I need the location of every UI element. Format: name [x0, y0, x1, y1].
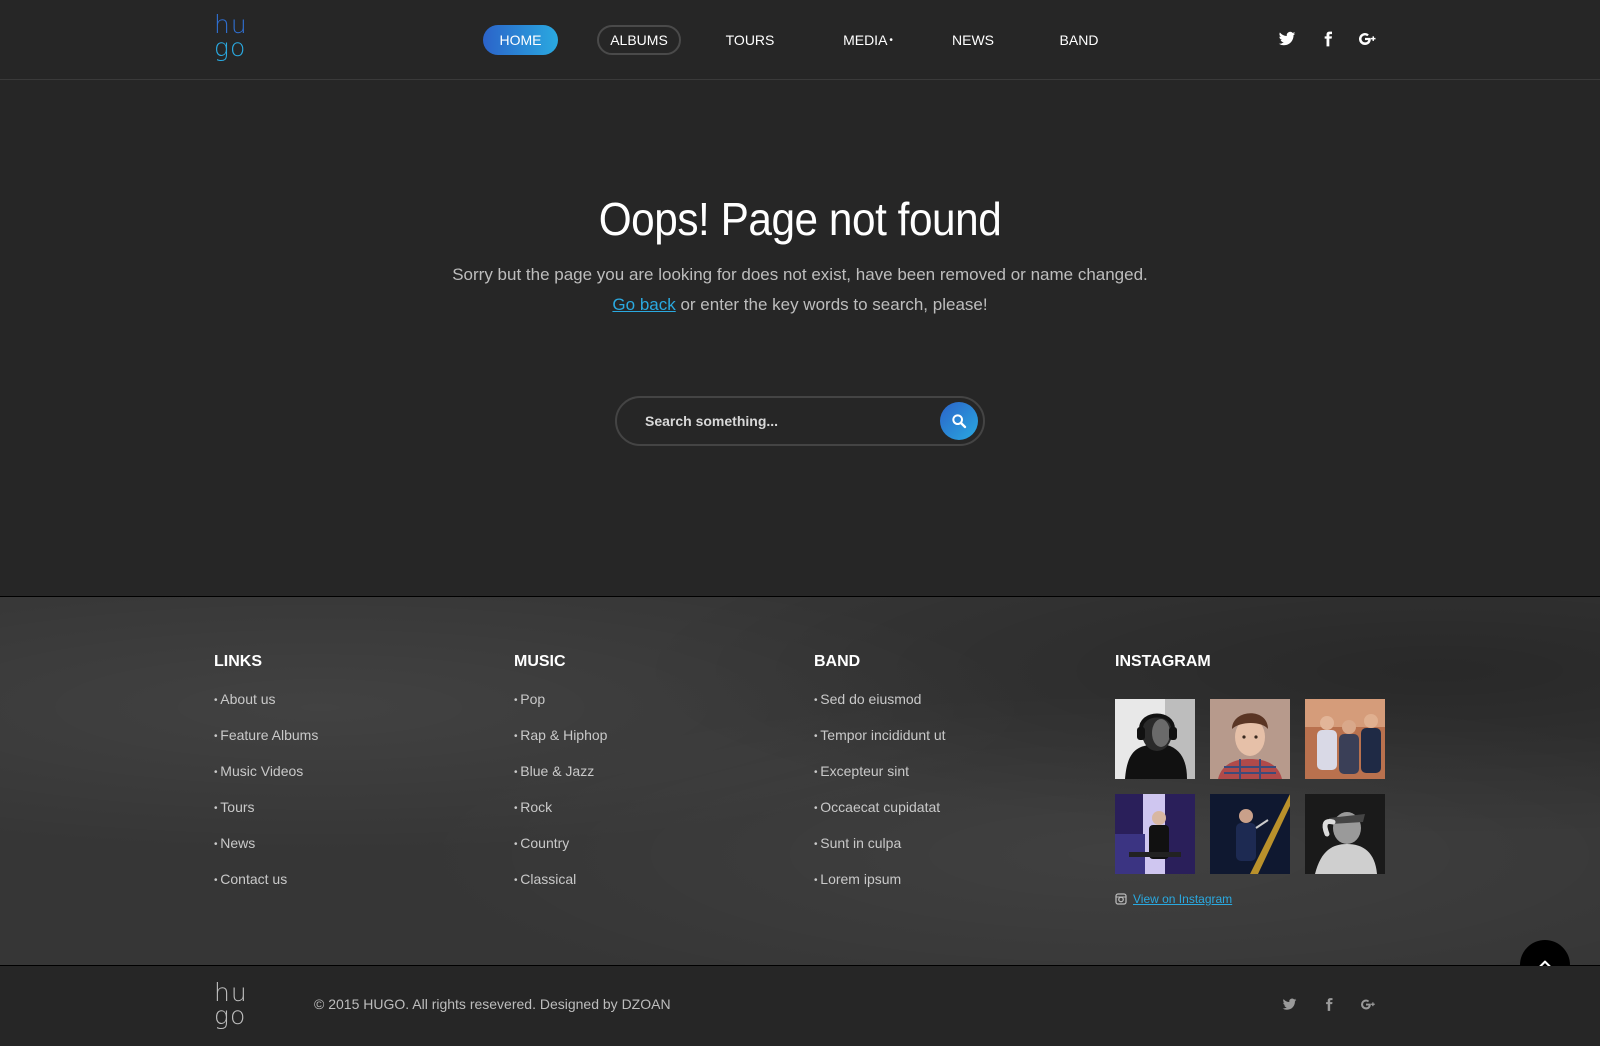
instagram-photo[interactable] — [1210, 794, 1290, 874]
band-item[interactable]: Sed do eiusmod — [814, 689, 946, 725]
instagram-photo[interactable] — [1210, 699, 1290, 779]
instagram-link-row: View on Instagram — [1115, 892, 1232, 906]
nav-home[interactable]: HOME — [483, 25, 558, 55]
band-item[interactable]: Tempor incididunt ut — [814, 725, 945, 761]
links-item[interactable]: About us — [214, 689, 318, 725]
search-button[interactable] — [940, 402, 978, 440]
links-item[interactable]: Contact us — [214, 869, 318, 905]
search-input[interactable] — [645, 410, 915, 432]
search-hint: or enter the key words to search, please… — [680, 295, 988, 314]
music-item[interactable]: Country — [514, 833, 607, 869]
site-header: hu go HOME ALBUMS TOURS MEDIA • NEWS BAND — [0, 0, 1600, 80]
music-item[interactable]: Rap & Hiphop — [514, 725, 607, 761]
instagram-photo[interactable] — [1305, 699, 1385, 779]
band-item[interactable]: Occaecat cupidatat — [814, 797, 946, 833]
page-title: Oops! Page not found — [598, 193, 1002, 245]
search-form — [615, 396, 985, 446]
band-item[interactable]: Lorem ipsum — [814, 869, 946, 905]
google-plus-icon[interactable] — [1359, 30, 1377, 48]
footer-widgets: LINKS About us Feature Albums Music Vide… — [0, 596, 1600, 966]
footer-twitter-icon[interactable] — [1282, 997, 1297, 1012]
links-item[interactable]: Music Videos — [214, 761, 318, 797]
footer-logo[interactable]: hu go — [214, 980, 248, 1030]
band-title: BAND — [814, 653, 861, 670]
logo[interactable]: hu go — [214, 12, 248, 62]
copyright-text: © 2015 HUGO. All rights resevered. Desig… — [314, 996, 671, 1012]
band-list: Sed do eiusmod Tempor incididunt ut Exce… — [814, 689, 946, 905]
nav-band[interactable]: BAND — [1054, 25, 1104, 55]
instagram-icon — [1115, 893, 1127, 905]
music-item[interactable]: Blue & Jazz — [514, 761, 607, 797]
twitter-icon[interactable] — [1278, 30, 1296, 48]
site-footer: hu go © 2015 HUGO. All rights resevered.… — [0, 966, 1600, 1046]
instagram-photo[interactable] — [1115, 699, 1195, 779]
footer-facebook-icon[interactable] — [1322, 997, 1336, 1012]
links-item[interactable]: Tours — [214, 797, 318, 833]
dropdown-dot-icon: • — [889, 35, 893, 47]
facebook-icon[interactable] — [1320, 30, 1336, 48]
music-item[interactable]: Rock — [514, 797, 607, 833]
links-item[interactable]: News — [214, 833, 318, 869]
music-item[interactable]: Pop — [514, 689, 607, 725]
footer-logo-bottom: go — [214, 1001, 247, 1030]
music-title: MUSIC — [514, 653, 566, 670]
instagram-title: INSTAGRAM — [1115, 653, 1211, 670]
band-item[interactable]: Excepteur sint — [814, 761, 946, 797]
instagram-photo[interactable] — [1305, 794, 1385, 874]
search-icon — [952, 414, 967, 429]
go-back-link[interactable]: Go back — [612, 295, 675, 314]
nav-media[interactable]: MEDIA • — [833, 25, 903, 55]
instagram-photo[interactable] — [1115, 794, 1195, 874]
links-item[interactable]: Feature Albums — [214, 725, 318, 761]
view-on-instagram-link[interactable]: View on Instagram — [1133, 892, 1232, 906]
nav-media-label: MEDIA — [843, 32, 888, 48]
music-item[interactable]: Classical — [514, 869, 607, 905]
links-list: About us Feature Albums Music Videos Tou… — [214, 689, 318, 905]
nav-albums[interactable]: ALBUMS — [597, 25, 681, 55]
error-message: Sorry but the page you are looking for d… — [452, 265, 1148, 284]
footer-google-plus-icon[interactable] — [1361, 997, 1376, 1012]
nav-news[interactable]: NEWS — [946, 25, 1000, 55]
nav-tours[interactable]: TOURS — [717, 25, 783, 55]
band-item[interactable]: Sunt in culpa — [814, 833, 946, 869]
music-list: Pop Rap & Hiphop Blue & Jazz Rock Countr… — [514, 689, 607, 905]
links-title: LINKS — [214, 653, 262, 670]
logo-bottom: go — [214, 33, 247, 62]
error-message-secondary: Go back or enter the key words to search… — [0, 295, 1600, 315]
